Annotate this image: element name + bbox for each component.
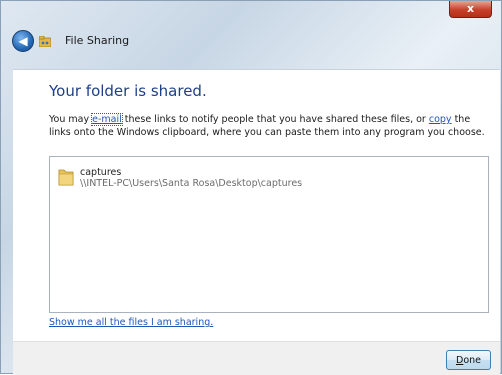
- copy-link[interactable]: copy: [429, 114, 452, 125]
- done-label-rest: one: [463, 355, 481, 366]
- window-title: File Sharing: [65, 34, 130, 47]
- file-sharing-window: x ◀ File Sharing Your folder is shared. …: [0, 0, 502, 375]
- email-link[interactable]: e-mail: [91, 113, 123, 126]
- shared-item-name: captures: [80, 167, 122, 178]
- close-button[interactable]: x: [449, 1, 492, 18]
- shared-items-list[interactable]: captures \\INTEL-PC\Users\Santa Rosa\Des…: [49, 156, 489, 313]
- description-text: You may e-mail these links to notify peo…: [49, 113, 489, 139]
- folder-icon: [58, 169, 74, 186]
- dialog-footer: Done: [13, 341, 500, 375]
- shared-item-path: \\INTEL-PC\Users\Santa Rosa\Desktop\capt…: [80, 178, 303, 189]
- desc-part-2: these links to notify people that you ha…: [121, 114, 429, 125]
- desc-part-1: You may: [49, 114, 93, 125]
- dialog-content: Your folder is shared. You may e-mail th…: [13, 69, 500, 342]
- done-button[interactable]: Done: [446, 350, 491, 370]
- sharing-icon: [39, 36, 51, 47]
- back-button[interactable]: ◀: [12, 30, 34, 52]
- page-title: Your folder is shared.: [49, 82, 207, 100]
- back-arrow-icon: ◀: [18, 34, 28, 48]
- show-all-shared-files-link[interactable]: Show me all the files I am sharing.: [49, 317, 213, 328]
